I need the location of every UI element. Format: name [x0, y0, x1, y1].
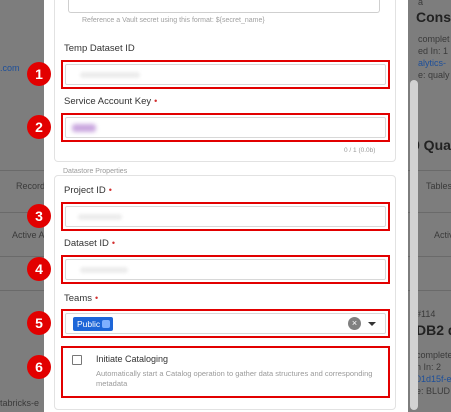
chip-remove-icon[interactable]	[102, 320, 111, 328]
annotation-badge-1: 1	[27, 62, 51, 86]
vault-helper-text: Reference a Vault secret using this form…	[82, 17, 265, 24]
bg-record-label: Record	[16, 181, 46, 191]
annotation-badge-6: 6	[27, 355, 51, 379]
bg-card-line: complet	[418, 34, 450, 44]
teams-select[interactable]	[65, 313, 386, 334]
bg-card-line: e: qualy	[418, 70, 450, 80]
service-account-key-input[interactable]	[65, 117, 386, 138]
team-chip-label: Public	[77, 319, 101, 329]
datastore-properties-legend: Datastore Properties	[60, 168, 131, 175]
bg-databricks-text: tabricks-e	[0, 398, 40, 408]
initiate-cataloging-checkbox[interactable]	[72, 355, 82, 365]
project-id-input[interactable]	[65, 206, 386, 227]
dataset-id-label: Dataset ID •	[64, 238, 116, 249]
project-id-label: Project ID •	[64, 185, 112, 196]
bg-card-line: 01d15f-e	[416, 374, 451, 384]
temp-dataset-id-label: Temp Dataset ID	[64, 43, 135, 54]
annotation-badge-2: 2	[27, 115, 51, 139]
team-chip-public[interactable]: Public	[73, 317, 114, 331]
bg-card-line: complete	[416, 350, 451, 360]
annotation-badge-4: 4	[27, 257, 51, 281]
bg-card-line: e: BLUD	[416, 386, 451, 396]
vault-secret-input[interactable]	[68, 0, 380, 13]
bg-card-line: n In: 2	[416, 362, 442, 372]
temp-dataset-id-input[interactable]	[65, 64, 386, 85]
redacted-value	[72, 124, 96, 132]
chevron-down-icon[interactable]	[368, 322, 376, 326]
bg-card-title: DB2 d	[416, 322, 451, 338]
file-size-counter: 0 / 1 (0.0b)	[344, 147, 376, 154]
bg-card-line: alytics-	[418, 58, 447, 68]
bg-tables-label: Tables (	[426, 181, 451, 191]
redacted-value	[80, 72, 140, 78]
bg-active-label: Active	[434, 230, 451, 240]
annotation-badge-3: 3	[27, 204, 51, 228]
bg-card-line: ed In: 1	[418, 46, 449, 56]
redacted-value	[78, 214, 122, 220]
clear-selection-icon[interactable]: ×	[348, 317, 361, 330]
bg-link-text: .com	[0, 63, 20, 73]
annotation-badge-5: 5	[27, 311, 51, 335]
service-account-key-label: Service Account Key •	[64, 96, 158, 107]
modal-scrollbar[interactable]	[410, 80, 418, 410]
bg-top-label: a	[418, 0, 424, 7]
bg-active-label: Active A	[12, 230, 45, 240]
dataset-id-input[interactable]	[65, 259, 386, 280]
bg-card-id: #114	[416, 309, 436, 319]
bg-divider	[0, 170, 44, 171]
redacted-value	[80, 267, 128, 273]
initiate-cataloging-description: Automatically start a Catalog operation …	[96, 369, 373, 388]
bg-card-title: Cons	[416, 9, 451, 25]
teams-label: Teams •	[64, 293, 99, 304]
initiate-cataloging-title: Initiate Cataloging	[96, 354, 169, 364]
bg-divider	[0, 290, 44, 291]
